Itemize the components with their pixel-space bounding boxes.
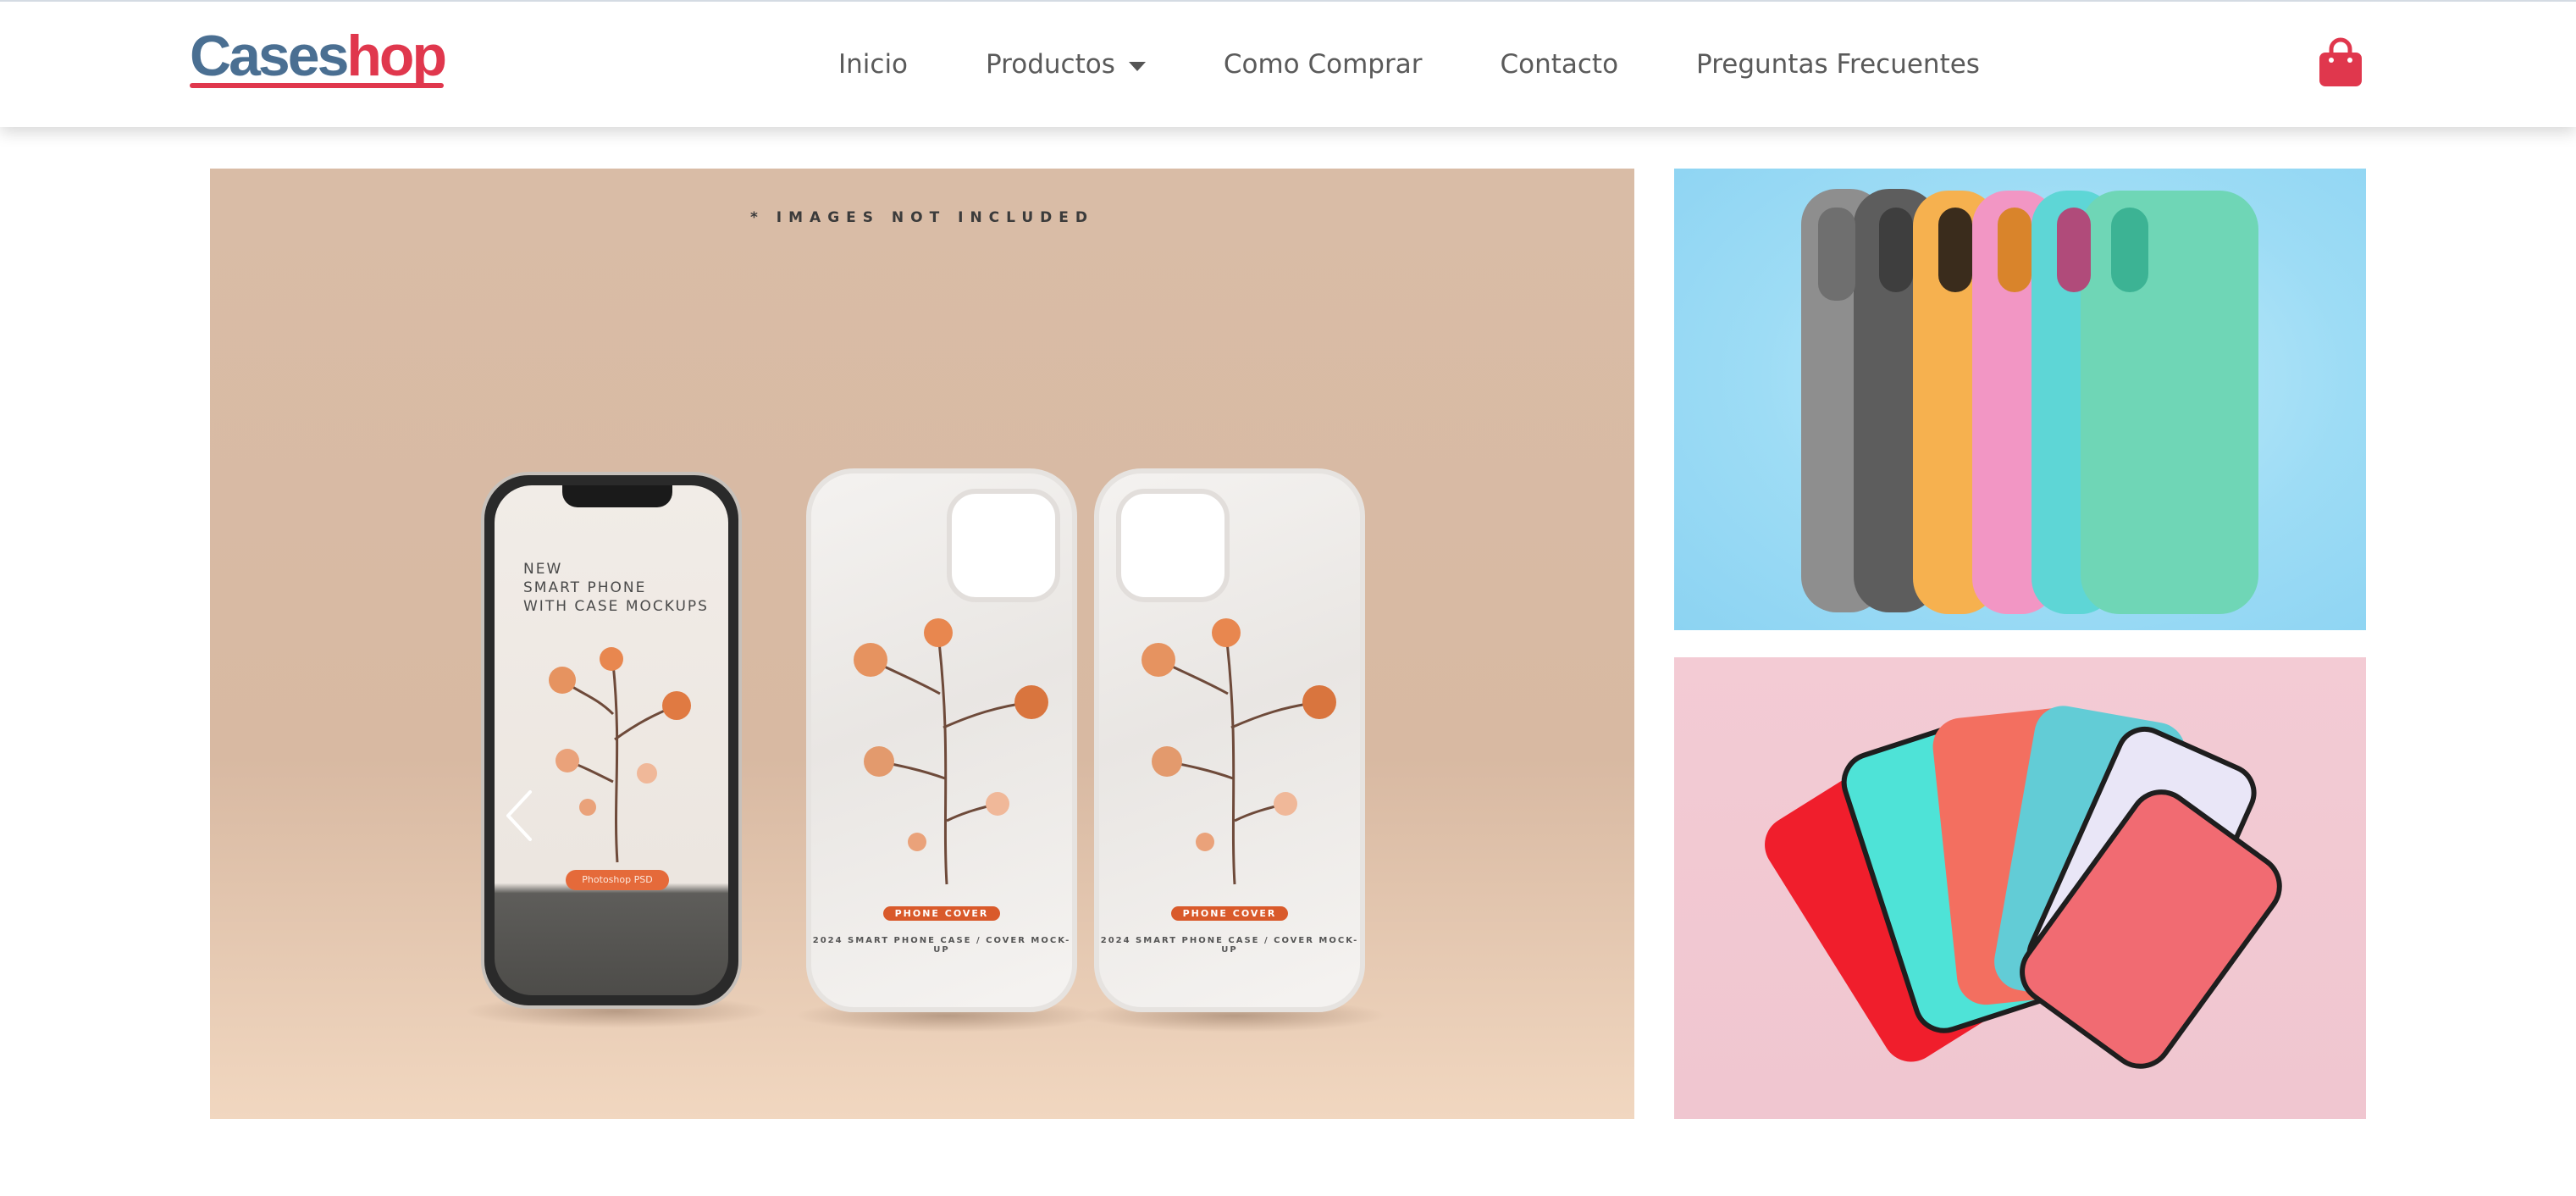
nav-item-label: Como Comprar	[1223, 49, 1423, 80]
nav-item-como-comprar[interactable]: Como Comprar	[1224, 49, 1423, 80]
case-label-pill: PHONE COVER	[882, 906, 1001, 921]
chevron-left-icon	[506, 790, 532, 841]
hero-carousel: * IMAGES NOT INCLUDED NEW SMART PHONE WI…	[210, 169, 1634, 1119]
case-subtitle: 2024 SMART PHONE CASE / COVER MOCK-UP	[812, 936, 1071, 955]
flower-illustration	[1142, 618, 1336, 885]
phone-cases-fan-illustration	[1765, 706, 2282, 1069]
shopping-bag-icon	[2319, 37, 2362, 86]
brand-logo[interactable]: Caseshop	[190, 27, 447, 95]
brand-logo-text: Caseshop	[190, 24, 447, 88]
phone-case-mockup: PHONE COVER 2024 SMART PHONE CASE / COVE…	[806, 468, 1077, 1012]
brand-logo-underline	[190, 83, 444, 88]
smartphone-mockup: NEW SMART PHONE WITH CASE MOCKUPS Photos…	[481, 472, 742, 1009]
nav-item-label: Productos	[986, 49, 1115, 80]
caret-down-icon	[1128, 61, 1146, 71]
case-subtitle: 2024 SMART PHONE CASE / COVER MOCK-UP	[1100, 936, 1359, 955]
phone-headline: NEW SMART PHONE WITH CASE MOCKUPS	[523, 561, 709, 615]
cart-button[interactable]	[2317, 37, 2364, 88]
phone-screen: NEW SMART PHONE WITH CASE MOCKUPS Photos…	[495, 485, 728, 995]
nav-item-label: Contacto	[1500, 49, 1619, 80]
nav-item-contacto[interactable]: Contacto	[1500, 49, 1618, 80]
nav-item-inicio[interactable]: Inicio	[838, 49, 908, 80]
nav-item-preguntas-frecuentes[interactable]: Preguntas Frecuentes	[1696, 49, 1980, 80]
carousel-caption: * IMAGES NOT INCLUDED	[749, 209, 1095, 226]
main-nav: Inicio Productos Como Comprar Contacto P…	[838, 2, 1980, 127]
phone-case-mockup: PHONE COVER 2024 SMART PHONE CASE / COVE…	[1094, 468, 1365, 1012]
nav-item-label: Inicio	[838, 49, 909, 80]
camera-cutout	[947, 489, 1060, 602]
case-label-pill: PHONE COVER	[1170, 906, 1289, 921]
nav-item-productos-dropdown[interactable]: Productos	[986, 49, 1146, 80]
carousel-prev-button[interactable]	[501, 785, 539, 846]
flower-illustration	[549, 647, 691, 863]
phone-cases-row-illustration	[1801, 189, 2258, 614]
case-label: PHONE COVER	[1099, 904, 1360, 921]
promo-banner-colorful-cases[interactable]	[1674, 169, 2366, 630]
phone-notch	[562, 485, 672, 507]
top-navbar: Caseshop Inicio Productos Como Comprar C…	[0, 0, 2576, 127]
promo-banner-fanned-cases[interactable]	[1674, 657, 2366, 1119]
phone-cta-button: Photoshop PSD	[566, 870, 669, 890]
case-label: PHONE COVER	[811, 904, 1072, 921]
nav-item-label: Preguntas Frecuentes	[1696, 49, 1980, 80]
camera-cutout	[1116, 489, 1230, 602]
flower-illustration	[854, 618, 1048, 885]
